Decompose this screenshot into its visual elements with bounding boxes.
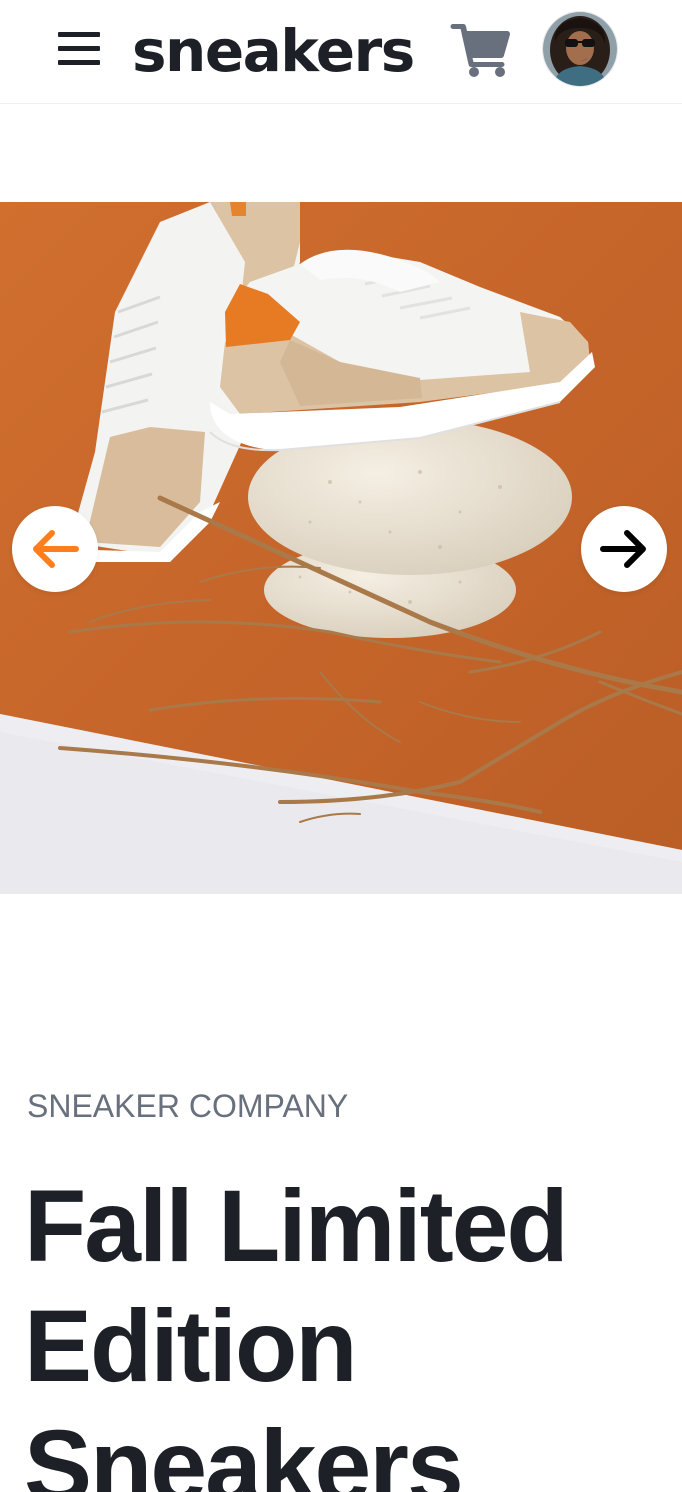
user-avatar[interactable] [543,12,617,86]
hamburger-menu-icon-bar [58,32,100,37]
next-image-button[interactable] [581,506,667,592]
page: sneakers SNEAKER COMPANY Fall Limited Ed… [0,0,682,1492]
logo[interactable]: sneakers [132,18,415,84]
previous-image-button[interactable] [12,506,98,592]
company-name: SNEAKER COMPANY [27,1088,349,1124]
cart-icon [450,23,511,77]
hamburger-menu-icon-bar [58,46,100,51]
hamburger-menu-icon-bar [58,60,100,65]
cart-button[interactable] [450,20,512,78]
product-title: Fall Limited Edition Sneakers [24,1169,569,1492]
product-image [0,202,682,894]
menu-button[interactable] [56,28,102,70]
avatar-image [543,12,617,86]
header: sneakers [0,0,682,104]
arrow-right-icon [600,530,646,568]
product-gallery [0,202,682,894]
arrow-left-icon [33,530,79,568]
